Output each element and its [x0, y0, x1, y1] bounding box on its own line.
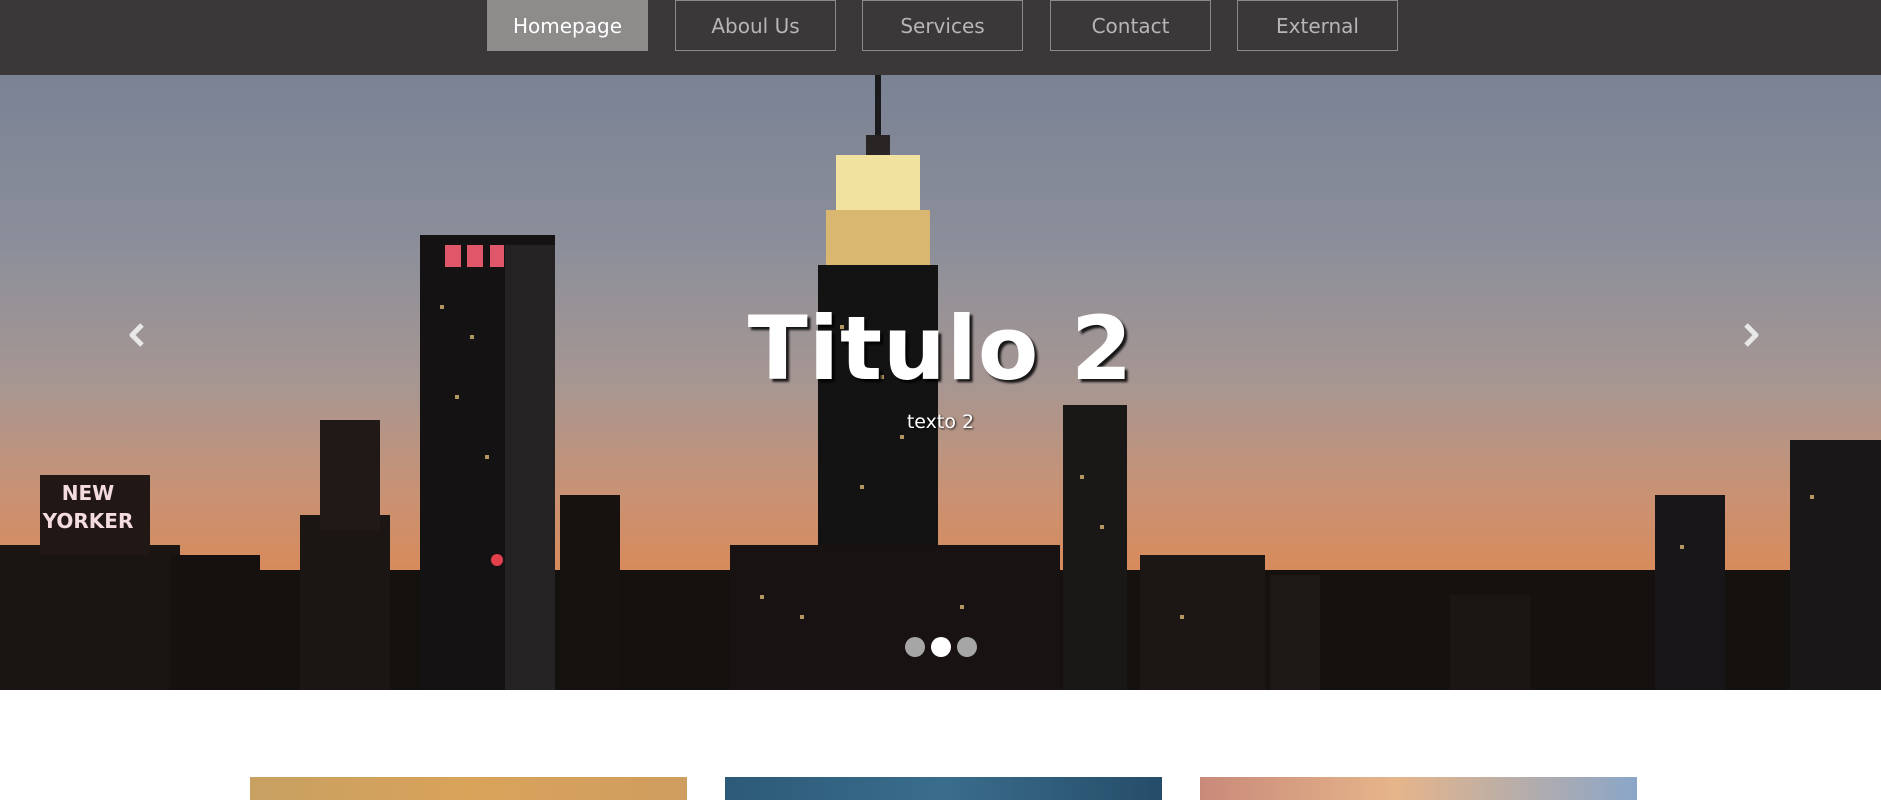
neon-sign-text: YORKER — [42, 509, 134, 533]
card-image-3[interactable] — [1200, 777, 1637, 800]
nav-contact[interactable]: Contact — [1050, 0, 1211, 51]
hero-carousel: NEW YORKER Titulo 2 texto 2 — [0, 75, 1881, 690]
carousel-indicator-1[interactable] — [904, 637, 925, 657]
nav-external[interactable]: External — [1237, 0, 1398, 51]
carousel-indicator-2[interactable] — [930, 637, 951, 657]
neon-sign-text: NEW — [62, 481, 114, 505]
navbar: Homepage Aboul Us Services Contact Exter… — [0, 0, 1881, 75]
card-image-1[interactable] — [250, 777, 687, 800]
nav-services[interactable]: Services — [862, 0, 1023, 51]
nav-homepage[interactable]: Homepage — [487, 0, 648, 51]
carousel-title: Titulo 2 — [747, 297, 1134, 400]
carousel-indicators — [0, 637, 1881, 659]
carousel-indicator-3[interactable] — [956, 637, 977, 657]
card-image-2[interactable] — [725, 777, 1162, 800]
nav-about-us[interactable]: Aboul Us — [675, 0, 836, 51]
carousel-text: texto 2 — [906, 411, 975, 433]
